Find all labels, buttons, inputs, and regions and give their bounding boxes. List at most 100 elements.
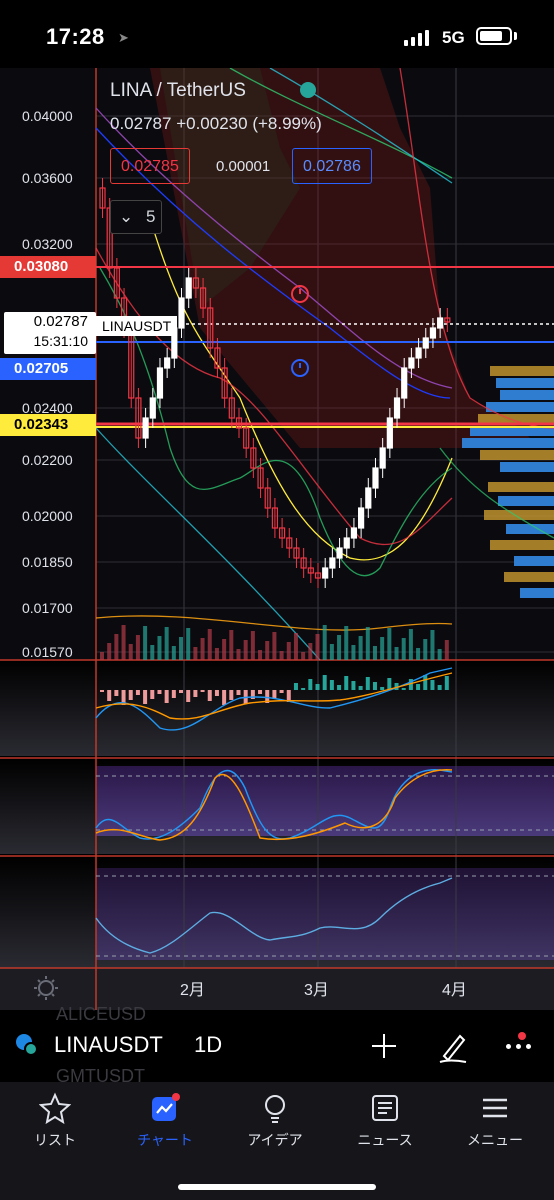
volume-bar	[416, 648, 421, 660]
macd-hist-bar	[337, 685, 342, 690]
symbol-logo-icon	[16, 1034, 38, 1056]
macd-hist-bar	[308, 679, 313, 690]
tab-list[interactable]: リスト	[0, 1092, 110, 1150]
candle	[343, 537, 350, 549]
macd-hist-bar	[258, 690, 263, 694]
macd-hist-bar	[301, 688, 306, 690]
macd-hist-bar	[430, 680, 435, 690]
bottom-tab-bar: リスト チャート アイデア ニュース メニュー	[0, 1082, 554, 1200]
candle	[437, 317, 444, 329]
plus-icon[interactable]	[370, 1032, 398, 1060]
tab-ideas[interactable]: アイデア	[220, 1092, 330, 1150]
time-axis-label: 4月	[442, 982, 467, 999]
indicators-count: 5	[145, 207, 156, 226]
indicators-toggle[interactable]: ⌄ 5	[110, 200, 162, 234]
volume-bar	[372, 646, 377, 660]
candle	[164, 357, 171, 369]
tab-chart[interactable]: チャート	[110, 1092, 220, 1150]
symbol-title[interactable]: LINA / TetherUS	[110, 80, 246, 102]
stoch-band	[96, 766, 554, 836]
interval-button[interactable]: 1D	[194, 1032, 222, 1058]
status-time: 17:28	[46, 24, 105, 49]
volume-bar	[329, 644, 334, 660]
volume-bar	[423, 639, 428, 660]
macd-hist-bar	[315, 684, 320, 690]
symbol-line-label: LINAUSDT	[96, 316, 178, 336]
volume-bar	[401, 638, 406, 660]
volume-bar	[243, 640, 248, 660]
sell-button[interactable]: 0.02785	[110, 148, 190, 184]
change-percent: (+8.99%)	[252, 114, 322, 133]
price-tag-yellow[interactable]: 0.02343	[0, 414, 96, 436]
macd-hist-bar	[150, 690, 155, 699]
volume-bar	[265, 641, 270, 660]
bar-countdown: 15:31:10	[33, 333, 89, 349]
price-axis-label: 0.02200	[22, 452, 73, 468]
more-icon[interactable]	[506, 1032, 536, 1054]
candle	[372, 467, 379, 489]
volume-bar	[308, 643, 313, 660]
battery-icon	[476, 27, 512, 45]
volume-bar	[222, 639, 227, 660]
volume-bar	[301, 652, 306, 660]
candle	[358, 507, 365, 529]
volume-bar	[394, 647, 399, 660]
symbol-name-button[interactable]: LINAUSDT	[54, 1032, 163, 1058]
candle	[322, 567, 329, 579]
macd-hist-bar	[157, 690, 162, 694]
macd-hist-bar	[329, 680, 334, 690]
current-price-tag[interactable]: 0.02787 15:31:10	[4, 312, 96, 354]
macd-hist-bar	[179, 690, 184, 693]
volume-bar	[315, 634, 320, 660]
price-tag-red[interactable]: 0.03080	[0, 256, 96, 278]
candle	[149, 397, 156, 419]
macd-hist-bar	[293, 683, 298, 690]
home-indicator	[178, 1184, 376, 1190]
volume-bar	[121, 625, 126, 660]
volume-bar	[365, 627, 370, 660]
volume-bar	[135, 635, 140, 660]
volume-bar	[286, 642, 291, 660]
price-axis-label: 0.03600	[22, 170, 73, 186]
chart-canvas[interactable]	[0, 68, 554, 1010]
macd-hist-bar	[423, 675, 428, 690]
ghost-symbol-top: ALICEUSD	[56, 1004, 147, 1024]
macd-hist-bar	[164, 690, 169, 703]
candle	[415, 347, 422, 359]
time-axis-label: 3月	[304, 982, 329, 999]
volume-bar	[114, 634, 119, 660]
tab-menu[interactable]: メニュー	[440, 1092, 550, 1150]
volume-bar	[150, 645, 155, 660]
tab-news[interactable]: ニュース	[330, 1092, 440, 1150]
candle	[422, 337, 429, 349]
price-axis-label: 0.01570	[22, 644, 73, 660]
macd-hist-bar	[100, 690, 104, 692]
candle	[393, 397, 401, 419]
battery-tip	[514, 32, 517, 40]
volume-bar	[279, 651, 284, 660]
volume-bar	[128, 644, 133, 660]
current-price-value: 0.02787	[33, 313, 88, 330]
volume-bar	[143, 626, 148, 660]
macd-hist-bar	[416, 684, 421, 690]
price-tag-blue[interactable]: 0.02705	[0, 358, 96, 380]
tab-label: ニュース	[357, 1132, 413, 1148]
volume-bar	[229, 630, 234, 660]
volume-bar	[186, 628, 191, 660]
status-bar: 17:28 ➤ 5G	[0, 0, 554, 68]
macd-hist-bar	[322, 675, 327, 690]
news-icon	[372, 1095, 398, 1121]
tab-label: チャート	[137, 1132, 193, 1148]
buy-button[interactable]: 0.02786	[292, 148, 372, 184]
bulb-icon	[265, 1095, 285, 1123]
chart-area[interactable]: 0.04000 0.03600 0.03200 0.02400 0.02200 …	[0, 68, 554, 1010]
volume-bar	[207, 629, 212, 660]
candle	[408, 357, 415, 369]
macd-hist-bar	[214, 690, 219, 696]
location-arrow-icon: ➤	[118, 30, 129, 45]
macd-hist-bar	[236, 690, 241, 695]
pen-icon[interactable]	[436, 1030, 470, 1064]
tab-label: リスト	[34, 1132, 76, 1148]
symbol-toolbar: ALICEUSD GMTUSDT LINAUSDT 1D	[0, 1004, 554, 1086]
volume-bar	[171, 646, 176, 660]
